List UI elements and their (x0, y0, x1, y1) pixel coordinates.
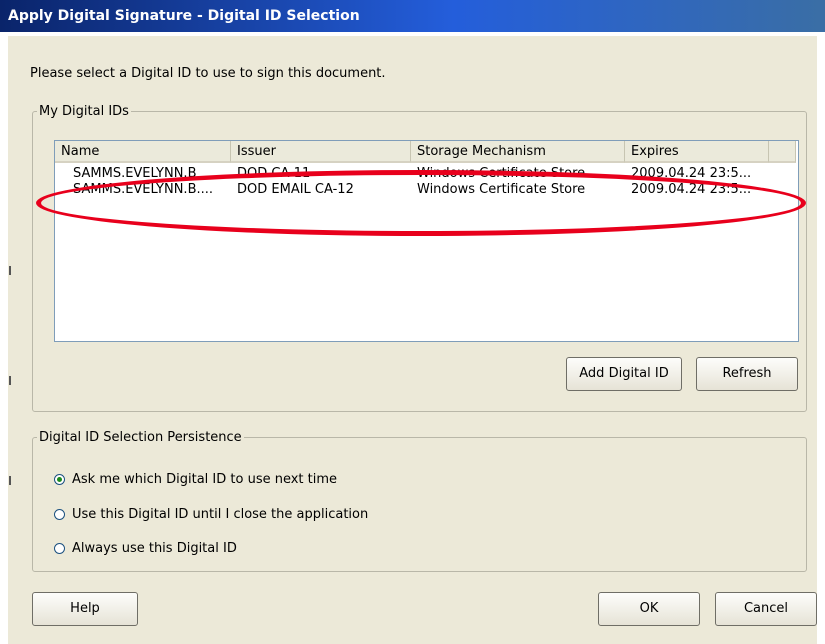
cell-issuer: DOD EMAIL CA-12 (237, 182, 354, 197)
refresh-button[interactable]: Refresh (696, 357, 798, 391)
radio-until-close[interactable]: Use this Digital ID until I close the ap… (54, 505, 368, 523)
cell-storage: Windows Certificate Store (417, 166, 586, 178)
instruction-text: Please select a Digital ID to use to sig… (30, 66, 386, 81)
radio-label: Use this Digital ID until I close the ap… (72, 506, 369, 522)
cell-name: SAMMS.EVELYNN.B.... (73, 182, 214, 197)
window-title: Apply Digital Signature - Digital ID Sel… (8, 8, 360, 24)
title-bar[interactable]: Apply Digital Signature - Digital ID Sel… (0, 0, 825, 32)
radio-label: Ask me which Digital ID to use next time (72, 471, 338, 487)
cell-expires: 2009.04.24 23:5... (631, 182, 752, 197)
radio-always-use[interactable]: Always use this Digital ID (54, 539, 237, 557)
column-header-issuer[interactable]: Issuer (231, 141, 411, 163)
persistence-legend: Digital ID Selection Persistence (39, 430, 242, 445)
help-button[interactable]: Help (32, 592, 138, 626)
table-row[interactable]: SAMMS.EVELYNN.B DOD CA-11 Windows Certif… (55, 165, 796, 178)
left-edge-marks (8, 266, 12, 566)
cancel-button[interactable]: Cancel (715, 592, 817, 626)
radio-button-icon[interactable] (54, 508, 65, 520)
column-header-name[interactable]: Name (55, 141, 231, 163)
ok-button[interactable]: OK (598, 592, 700, 626)
cell-expires: 2009.04.24 23:5... (631, 166, 752, 178)
table-row-selected[interactable]: SAMMS.EVELYNN.B.... DOD EMAIL CA-12 Wind… (55, 179, 796, 201)
radio-button-icon[interactable] (54, 473, 65, 485)
radio-ask-next-time[interactable]: Ask me which Digital ID to use next time (54, 470, 337, 488)
digital-id-list[interactable]: Name Issuer Storage Mechanism Expires SA… (54, 140, 799, 342)
my-digital-ids-legend: My Digital IDs (39, 104, 129, 119)
cell-storage: Windows Certificate Store (417, 182, 586, 197)
column-header-spacer (769, 141, 796, 163)
list-header: Name Issuer Storage Mechanism Expires (55, 141, 796, 165)
cell-issuer: DOD CA-11 (237, 166, 311, 178)
cell-name: SAMMS.EVELYNN.B (73, 166, 197, 178)
radio-label: Always use this Digital ID (72, 540, 237, 556)
column-header-storage[interactable]: Storage Mechanism (411, 141, 625, 163)
radio-button-icon[interactable] (54, 542, 65, 554)
column-header-expires[interactable]: Expires (625, 141, 769, 163)
add-digital-id-button[interactable]: Add Digital ID (566, 357, 682, 391)
